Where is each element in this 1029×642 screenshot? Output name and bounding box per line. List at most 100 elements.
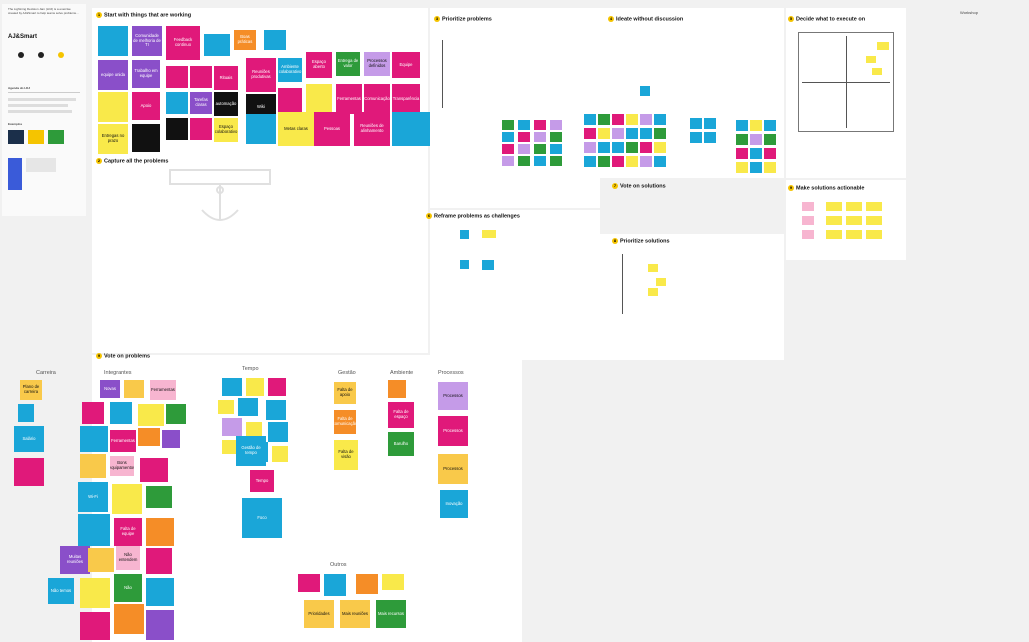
problem-note[interactable]: Processos: [438, 454, 468, 484]
problem-note[interactable]: Bons equipamentos: [110, 456, 134, 476]
priority-note[interactable]: [518, 144, 530, 154]
idea-note[interactable]: [654, 114, 666, 125]
matrix-note[interactable]: [866, 56, 876, 63]
idea-note[interactable]: [654, 142, 666, 153]
problem-note[interactable]: Novas: [100, 380, 120, 398]
reframe-challenge[interactable]: [482, 260, 494, 270]
idea-note[interactable]: [584, 142, 596, 153]
working-note[interactable]: [166, 66, 188, 88]
working-note[interactable]: Rituais: [214, 66, 238, 90]
problem-note[interactable]: Processos: [438, 382, 468, 410]
action-step[interactable]: [866, 216, 882, 225]
problem-note[interactable]: [80, 426, 108, 452]
problem-note[interactable]: [382, 574, 404, 590]
problem-note[interactable]: Prioridades: [304, 600, 334, 628]
working-note[interactable]: [98, 26, 128, 56]
solution-note[interactable]: [656, 278, 666, 286]
idea-note[interactable]: [612, 114, 624, 125]
priority-note[interactable]: [534, 120, 546, 130]
idea-note[interactable]: [640, 128, 652, 139]
working-note[interactable]: [132, 124, 160, 152]
problem-note[interactable]: [146, 610, 174, 640]
problem-note[interactable]: Ferramentas: [110, 430, 136, 452]
idea-note[interactable]: [584, 156, 596, 167]
problem-note[interactable]: [298, 574, 320, 592]
problem-note[interactable]: Inovação: [440, 490, 468, 518]
idea-note[interactable]: [626, 128, 638, 139]
idea-note[interactable]: [640, 156, 652, 167]
problem-note[interactable]: Tempo: [250, 470, 274, 492]
working-note[interactable]: Transparência: [392, 84, 420, 114]
action-problem[interactable]: [802, 230, 814, 239]
priority-note[interactable]: [534, 144, 546, 154]
idea-note[interactable]: [598, 142, 610, 153]
action-step[interactable]: [846, 216, 862, 225]
problem-note[interactable]: [138, 428, 160, 446]
idea-note[interactable]: [640, 114, 652, 125]
problem-note[interactable]: Wi-Fi: [78, 482, 108, 512]
problem-note[interactable]: [166, 404, 186, 424]
priority-note[interactable]: [534, 156, 546, 166]
working-note[interactable]: Reuniões produtivas: [246, 58, 276, 92]
example-thumbnail[interactable]: [8, 158, 22, 190]
problem-note[interactable]: [114, 604, 144, 634]
working-note[interactable]: Reuniões de alinhamento: [354, 112, 390, 146]
example-thumbnail[interactable]: [28, 130, 44, 144]
working-note[interactable]: equipe unida: [98, 60, 128, 90]
matrix-note[interactable]: [872, 68, 882, 75]
working-note[interactable]: [166, 118, 188, 140]
problem-note[interactable]: [110, 402, 132, 424]
problem-note[interactable]: [268, 422, 288, 442]
action-step[interactable]: [866, 230, 882, 239]
problem-note[interactable]: Não: [114, 574, 142, 602]
idea-note[interactable]: [626, 156, 638, 167]
idea-note[interactable]: [612, 128, 624, 139]
problem-note[interactable]: [80, 454, 106, 478]
action-step[interactable]: [846, 230, 862, 239]
problem-note[interactable]: [14, 458, 44, 486]
priority-note[interactable]: [550, 144, 562, 154]
problem-note[interactable]: [388, 380, 406, 398]
idea-note[interactable]: [764, 148, 776, 159]
problem-note[interactable]: [140, 458, 168, 482]
working-note[interactable]: Feedback contínuo: [166, 26, 200, 60]
idea-note[interactable]: [626, 114, 638, 125]
working-note[interactable]: Equipe: [392, 52, 420, 78]
example-thumbnail[interactable]: [48, 130, 64, 144]
solution-note[interactable]: [648, 264, 658, 272]
idea-note[interactable]: [612, 156, 624, 167]
idea-note[interactable]: [736, 148, 748, 159]
priority-note[interactable]: [534, 132, 546, 142]
problem-note[interactable]: Foco: [242, 498, 282, 538]
working-note[interactable]: [246, 114, 276, 144]
idea-note[interactable]: [598, 114, 610, 125]
problem-note[interactable]: Processos: [438, 416, 468, 446]
idea-note[interactable]: [584, 128, 596, 139]
problem-note[interactable]: [146, 486, 172, 508]
reframe-problem[interactable]: [460, 230, 469, 239]
priority-note[interactable]: [518, 156, 530, 166]
problem-note[interactable]: Plano de carreira: [20, 380, 42, 400]
priority-note[interactable]: [502, 120, 514, 130]
problem-note[interactable]: [146, 518, 174, 546]
working-note[interactable]: [190, 118, 212, 140]
working-note[interactable]: Trabalho em equipe: [132, 60, 160, 88]
problem-note[interactable]: Não entendem: [116, 546, 140, 570]
action-step[interactable]: [826, 202, 842, 211]
working-note[interactable]: Espaço colaborativo: [214, 118, 238, 142]
idea-note[interactable]: [690, 132, 702, 143]
working-note[interactable]: Comunidade de melhoria de TI: [132, 26, 162, 56]
problem-note[interactable]: [80, 578, 110, 608]
matrix-note[interactable]: [877, 42, 889, 50]
action-step[interactable]: [826, 230, 842, 239]
idea-note[interactable]: [654, 156, 666, 167]
priority-note[interactable]: [518, 120, 530, 130]
problem-note[interactable]: Ferramentas: [150, 380, 176, 400]
idea-note[interactable]: [736, 120, 748, 131]
working-note[interactable]: Metas claras: [278, 112, 314, 146]
idea-note[interactable]: [764, 134, 776, 145]
idea-note[interactable]: [736, 134, 748, 145]
problem-note[interactable]: [222, 378, 242, 396]
working-note[interactable]: [98, 92, 128, 122]
working-note[interactable]: automação: [214, 92, 238, 116]
